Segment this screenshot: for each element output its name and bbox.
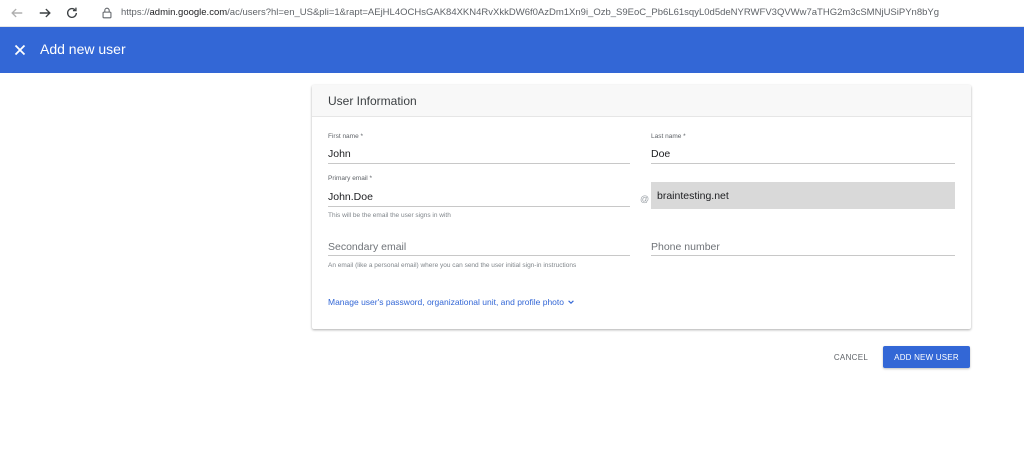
secondary-email-underline xyxy=(328,255,630,256)
last-name-input[interactable]: Doe xyxy=(651,148,670,160)
cancel-button[interactable]: CANCEL xyxy=(826,346,876,368)
user-information-card: User Information First name * John Last … xyxy=(312,85,971,329)
first-name-input[interactable]: John xyxy=(328,148,351,160)
card-header: User Information xyxy=(312,85,971,117)
site-info-icon[interactable] xyxy=(100,6,114,20)
secondary-email-hint: An email (like a personal email) where y… xyxy=(328,262,577,269)
page-title: Add new user xyxy=(40,41,126,57)
secondary-email-input[interactable]: Secondary email xyxy=(328,241,406,253)
last-name-field[interactable]: Last name * Doe xyxy=(651,133,955,165)
first-name-underline xyxy=(328,163,630,164)
manage-link-label: Manage user's password, organizational u… xyxy=(328,297,564,307)
browser-toolbar: https://admin.google.com/ac/users?hl=en_… xyxy=(0,0,1024,27)
primary-email-label: Primary email * xyxy=(328,175,373,182)
primary-email-input[interactable]: John.Doe xyxy=(328,191,373,203)
phone-number-input[interactable]: Phone number xyxy=(651,241,720,253)
add-new-user-button[interactable]: ADD NEW USER xyxy=(883,346,970,368)
url-prefix: https:// xyxy=(121,7,150,18)
primary-email-hint: This will be the email the user signs in… xyxy=(328,212,451,219)
last-name-label: Last name * xyxy=(651,133,686,140)
last-name-underline xyxy=(651,163,955,164)
domain-select[interactable]: braintesting.net xyxy=(651,182,955,209)
primary-email-field[interactable]: Primary email * John.Doe This will be th… xyxy=(328,175,630,221)
phone-number-underline xyxy=(651,255,955,256)
first-name-label: First name * xyxy=(328,133,364,140)
card-title: User Information xyxy=(328,94,417,108)
address-bar[interactable]: https://admin.google.com/ac/users?hl=en_… xyxy=(121,7,939,18)
manage-user-options-link[interactable]: Manage user's password, organizational u… xyxy=(328,297,575,307)
back-arrow-icon[interactable] xyxy=(8,4,26,22)
app-header: Add new user xyxy=(0,27,1024,73)
url-host: admin.google.com xyxy=(149,7,228,18)
close-icon[interactable] xyxy=(12,42,28,58)
url-path: /ac/users?hl=en_US&pli=1&rapt=AEjHL4OCHs… xyxy=(227,7,940,18)
chevron-down-icon xyxy=(567,298,575,306)
first-name-field[interactable]: First name * John xyxy=(328,133,630,165)
phone-number-field[interactable]: Phone number xyxy=(651,235,955,257)
forward-arrow-icon[interactable] xyxy=(36,4,54,22)
reload-icon[interactable] xyxy=(63,4,81,22)
domain-value: braintesting.net xyxy=(657,190,729,202)
primary-email-underline xyxy=(328,206,630,207)
at-sign: @ xyxy=(640,194,650,204)
secondary-email-field[interactable]: Secondary email An email (like a persona… xyxy=(328,235,630,275)
